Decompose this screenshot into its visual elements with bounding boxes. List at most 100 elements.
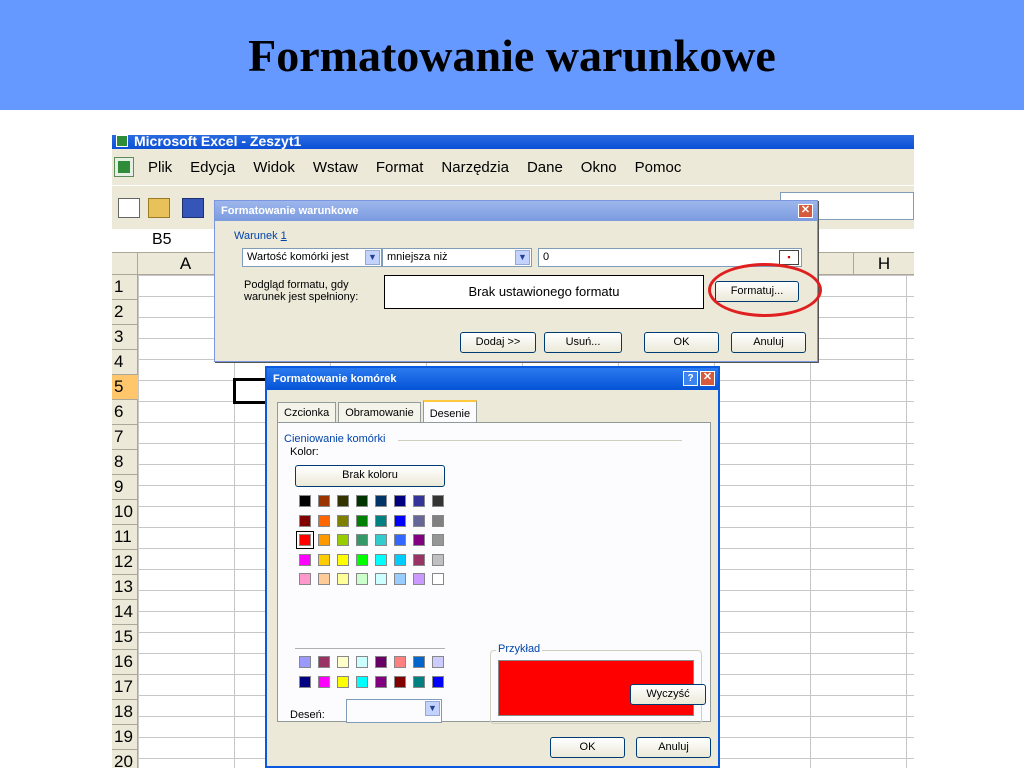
cf-ok-button[interactable]: OK — [644, 332, 719, 353]
color-swatch[interactable] — [413, 675, 425, 688]
row-header[interactable]: 5 — [112, 375, 138, 400]
color-swatch[interactable] — [296, 531, 314, 549]
range-select-icon[interactable]: ▪ — [779, 250, 799, 265]
color-swatch[interactable] — [432, 495, 444, 507]
color-swatch[interactable] — [413, 553, 425, 566]
color-swatch[interactable] — [413, 573, 425, 585]
color-swatch[interactable] — [356, 656, 368, 668]
cf-cancel-button[interactable]: Anuluj — [731, 332, 806, 353]
tab-desenie[interactable]: Desenie — [422, 400, 478, 424]
row-header[interactable]: 20 — [112, 750, 138, 768]
color-swatch[interactable] — [299, 514, 311, 527]
pattern-select[interactable]: ▼ — [346, 699, 442, 723]
color-swatch[interactable] — [337, 495, 349, 507]
menu-format[interactable]: Format — [376, 159, 424, 176]
workbook-icon[interactable] — [114, 157, 134, 177]
menu-narzedzia[interactable]: Narzędzia — [441, 159, 509, 176]
fc-cancel-button[interactable]: Anuluj — [636, 737, 711, 758]
color-swatch[interactable] — [432, 656, 444, 668]
row-header[interactable]: 14 — [112, 600, 138, 625]
color-swatch[interactable] — [318, 514, 330, 527]
color-swatch[interactable] — [318, 573, 330, 585]
color-swatch[interactable] — [432, 573, 444, 585]
color-swatch[interactable] — [299, 573, 311, 585]
help-icon[interactable]: ? — [683, 371, 698, 386]
condition-type-select[interactable]: Wartość komórki jest ▼ — [242, 248, 382, 267]
open-folder-icon[interactable] — [148, 198, 170, 218]
row-header[interactable]: 16 — [112, 650, 138, 675]
menu-wstaw[interactable]: Wstaw — [313, 159, 358, 176]
color-swatch[interactable] — [394, 656, 406, 668]
color-swatch[interactable] — [299, 495, 311, 507]
color-swatch[interactable] — [356, 514, 368, 527]
row-header[interactable]: 8 — [112, 450, 138, 475]
chevron-down-icon[interactable]: ▼ — [365, 250, 380, 265]
color-swatch[interactable] — [299, 553, 311, 566]
row-header[interactable]: 9 — [112, 475, 138, 500]
color-swatch[interactable] — [337, 573, 349, 585]
row-header[interactable]: 11 — [112, 525, 138, 550]
row-header[interactable]: 19 — [112, 725, 138, 750]
color-swatch[interactable] — [337, 534, 349, 546]
operator-select[interactable]: mniejsza niż ▼ — [382, 248, 532, 267]
new-document-icon[interactable] — [118, 198, 140, 218]
menu-widok[interactable]: Widok — [253, 159, 295, 176]
menu-pomoc[interactable]: Pomoc — [635, 159, 682, 176]
color-swatch[interactable] — [356, 495, 368, 507]
name-box[interactable]: B5 — [152, 231, 172, 249]
color-swatch[interactable] — [337, 553, 349, 566]
color-swatch[interactable] — [337, 675, 349, 688]
color-swatch[interactable] — [318, 534, 330, 546]
menu-plik[interactable]: Plik — [148, 159, 172, 176]
color-swatch[interactable] — [432, 675, 444, 688]
row-header[interactable]: 1 — [112, 275, 138, 300]
no-color-button[interactable]: Brak koloru — [295, 465, 445, 487]
color-swatch[interactable] — [356, 675, 368, 688]
color-swatch[interactable] — [413, 656, 425, 668]
fc-dialog-titlebar[interactable]: Formatowanie komórek ? ✕ — [267, 368, 718, 390]
color-swatch[interactable] — [375, 656, 387, 668]
color-swatch[interactable] — [318, 656, 330, 668]
tab-czcionka[interactable]: Czcionka — [277, 402, 337, 422]
select-all-corner[interactable] — [112, 253, 138, 275]
color-swatch[interactable] — [413, 495, 425, 507]
color-swatch[interactable] — [432, 534, 444, 546]
color-swatch[interactable] — [318, 675, 330, 688]
color-swatch[interactable] — [413, 514, 425, 527]
color-swatch[interactable] — [318, 495, 330, 507]
color-swatch[interactable] — [318, 553, 330, 566]
delete-condition-button[interactable]: Usuń... — [544, 332, 622, 353]
menu-dane[interactable]: Dane — [527, 159, 563, 176]
color-swatch[interactable] — [356, 573, 368, 585]
menu-okno[interactable]: Okno — [581, 159, 617, 176]
color-swatch[interactable] — [375, 675, 387, 688]
color-swatch[interactable] — [394, 553, 406, 566]
row-header[interactable]: 13 — [112, 575, 138, 600]
cf-dialog-titlebar[interactable]: Formatowanie warunkowe ✕ — [215, 201, 817, 221]
tab-obramowanie[interactable]: Obramowanie — [338, 402, 421, 422]
fc-ok-button[interactable]: OK — [550, 737, 625, 758]
row-header[interactable]: 2 — [112, 300, 138, 325]
color-swatch[interactable] — [375, 514, 387, 527]
color-swatch[interactable] — [299, 656, 311, 668]
chevron-down-icon[interactable]: ▼ — [515, 250, 530, 265]
color-swatch[interactable] — [394, 514, 406, 527]
chevron-down-icon[interactable]: ▼ — [425, 701, 440, 716]
close-icon[interactable]: ✕ — [798, 204, 813, 218]
row-header[interactable]: 6 — [112, 400, 138, 425]
color-swatch[interactable] — [394, 534, 406, 546]
color-swatch[interactable] — [432, 514, 444, 527]
color-swatch[interactable] — [413, 534, 425, 546]
color-swatch[interactable] — [356, 534, 368, 546]
row-header[interactable]: 17 — [112, 675, 138, 700]
row-header[interactable]: 15 — [112, 625, 138, 650]
clear-button[interactable]: Wyczyść — [630, 684, 706, 705]
add-condition-button[interactable]: Dodaj >> — [460, 332, 536, 353]
save-icon[interactable] — [182, 198, 204, 218]
color-swatch[interactable] — [337, 656, 349, 668]
color-swatch[interactable] — [337, 514, 349, 527]
row-header[interactable]: 10 — [112, 500, 138, 525]
color-swatch[interactable] — [432, 553, 444, 566]
color-swatch[interactable] — [299, 675, 311, 688]
color-swatch[interactable] — [375, 553, 387, 566]
